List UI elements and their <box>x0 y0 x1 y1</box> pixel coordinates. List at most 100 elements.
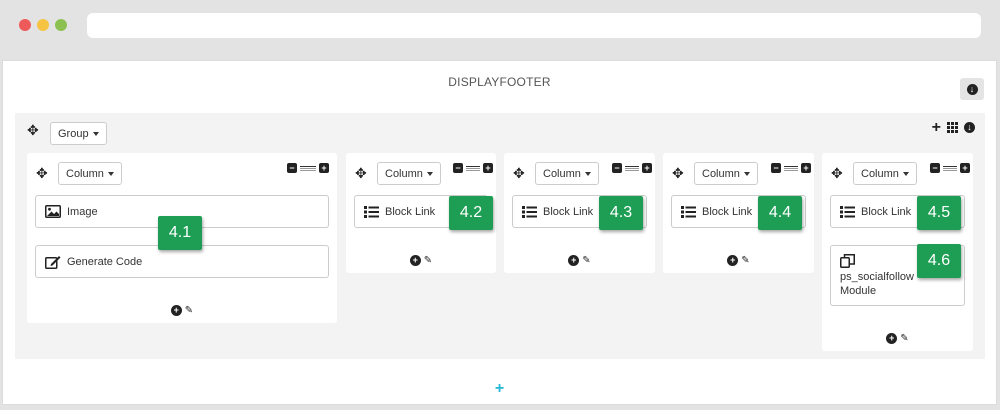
column-dropdown-label: Column <box>543 167 581 180</box>
module-label: Block Link <box>702 205 753 218</box>
width-lines-icon[interactable] <box>943 165 957 171</box>
add-module-icon[interactable]: + <box>170 305 182 316</box>
module-label: ps_socialfollow <box>840 271 914 283</box>
column-footer: + ✎ <box>346 255 496 266</box>
column-1: ✥ Column − + Image Generate Code 4.1 + ✎ <box>27 153 337 323</box>
plus-square-icon[interactable]: + <box>642 163 652 173</box>
pencil-icon[interactable]: ✎ <box>741 255 749 266</box>
column-dropdown-label: Column <box>385 167 423 180</box>
list-icon <box>840 205 855 218</box>
list-icon <box>681 205 696 218</box>
add-module-icon[interactable]: + <box>568 255 580 266</box>
move-column-icon[interactable]: ✥ <box>36 166 48 180</box>
step-badge: 4.2 <box>449 196 493 230</box>
address-bar[interactable] <box>87 13 981 38</box>
caret-down-icon <box>107 171 114 176</box>
hook-title: DISPLAYFOOTER <box>448 75 551 89</box>
maximize-window-dot[interactable] <box>55 19 67 31</box>
group-row: ✥ Group + ↓ ✥ Column − + Image Generate … <box>15 113 985 359</box>
grid-icon[interactable] <box>947 122 958 133</box>
add-module-icon[interactable]: + <box>409 255 421 266</box>
move-group-icon[interactable]: ✥ <box>27 123 39 137</box>
module-label: Block Link <box>543 205 594 218</box>
hook-collapse-button[interactable]: ↓ <box>960 78 984 100</box>
column-tools: − + <box>930 163 970 173</box>
add-module-icon[interactable]: + <box>727 255 739 266</box>
plus-square-icon[interactable]: + <box>960 163 970 173</box>
copy-icon <box>840 254 855 268</box>
arrow-down-circle-icon[interactable]: ↓ <box>964 122 975 133</box>
plus-square-icon[interactable]: + <box>319 163 329 173</box>
move-column-icon[interactable]: ✥ <box>355 166 367 180</box>
minus-square-icon[interactable]: − <box>930 163 940 173</box>
list-icon <box>364 205 379 218</box>
minus-square-icon[interactable]: − <box>612 163 622 173</box>
add-module-icon[interactable]: + <box>886 333 898 344</box>
column-tools: − + <box>453 163 493 173</box>
step-badge: 4.1 <box>158 216 202 250</box>
column-dropdown[interactable]: Column <box>853 162 917 185</box>
caret-down-icon <box>902 171 909 176</box>
column-tools: − + <box>612 163 652 173</box>
add-column-icon[interactable]: + <box>932 119 941 135</box>
width-lines-icon[interactable] <box>625 165 639 171</box>
arrow-down-circle-icon: ↓ <box>966 83 978 95</box>
column-footer: + ✎ <box>822 333 973 344</box>
column-2: ✥ Column − + Block Link 4.2 + ✎ <box>346 153 496 273</box>
column-footer: + ✎ <box>504 255 655 266</box>
column-footer: + ✎ <box>27 305 337 316</box>
pencil-icon[interactable]: ✎ <box>582 255 590 266</box>
move-column-icon[interactable]: ✥ <box>831 166 843 180</box>
move-column-icon[interactable]: ✥ <box>513 166 525 180</box>
pencil-icon[interactable]: ✎ <box>424 255 432 266</box>
column-dropdown[interactable]: Column <box>694 162 758 185</box>
browser-chrome <box>0 0 1000 52</box>
column-dropdown-label: Column <box>66 167 104 180</box>
module-label: Image <box>67 205 98 218</box>
group-dropdown-label: Group <box>58 127 89 140</box>
pencil-icon[interactable]: ✎ <box>185 305 193 316</box>
module-label: Block Link <box>385 205 436 218</box>
module-label: Block Link <box>861 205 912 218</box>
add-group-icon[interactable]: + <box>3 381 996 397</box>
column-5: ✥ Column − + Block Link ps_socialfollow <box>822 153 973 351</box>
image-icon <box>45 205 61 218</box>
hook-panel: DISPLAYFOOTER ↓ ✥ Group + ↓ ✥ Column − + <box>2 60 997 405</box>
step-badge: 4.4 <box>758 196 802 230</box>
minimize-window-dot[interactable] <box>37 19 49 31</box>
step-badge: 4.5 <box>917 196 961 230</box>
column-3: ✥ Column − + Block Link 4.3 + ✎ <box>504 153 655 273</box>
step-badge: 4.3 <box>599 196 643 230</box>
caret-down-icon <box>426 171 433 176</box>
list-icon <box>522 205 537 218</box>
column-dropdown-label: Column <box>702 167 740 180</box>
column-dropdown-label: Column <box>861 167 899 180</box>
column-dropdown[interactable]: Column <box>377 162 441 185</box>
caret-down-icon <box>743 171 750 176</box>
plus-square-icon[interactable]: + <box>483 163 493 173</box>
column-dropdown[interactable]: Column <box>58 162 122 185</box>
width-lines-icon[interactable] <box>466 165 480 171</box>
caret-down-icon <box>584 171 591 176</box>
step-badge: 4.6 <box>917 244 961 278</box>
close-window-dot[interactable] <box>19 19 31 31</box>
module-label: Generate Code <box>67 255 143 268</box>
pencil-icon[interactable]: ✎ <box>900 333 908 344</box>
caret-down-icon <box>92 131 99 136</box>
group-dropdown[interactable]: Group <box>50 122 107 145</box>
column-tools: − + <box>771 163 811 173</box>
minus-square-icon[interactable]: − <box>453 163 463 173</box>
column-footer: + ✎ <box>663 255 814 266</box>
module-sublabel: Module <box>840 285 877 297</box>
width-lines-icon[interactable] <box>300 165 316 171</box>
plus-square-icon[interactable]: + <box>801 163 811 173</box>
edit-icon <box>45 255 61 269</box>
column-4: ✥ Column − + Block Link 4.4 + ✎ <box>663 153 814 273</box>
width-lines-icon[interactable] <box>784 165 798 171</box>
column-dropdown[interactable]: Column <box>535 162 599 185</box>
minus-square-icon[interactable]: − <box>287 163 297 173</box>
minus-square-icon[interactable]: − <box>771 163 781 173</box>
column-tools: − + <box>287 163 329 173</box>
group-tools: + ↓ <box>932 119 975 135</box>
move-column-icon[interactable]: ✥ <box>672 166 684 180</box>
